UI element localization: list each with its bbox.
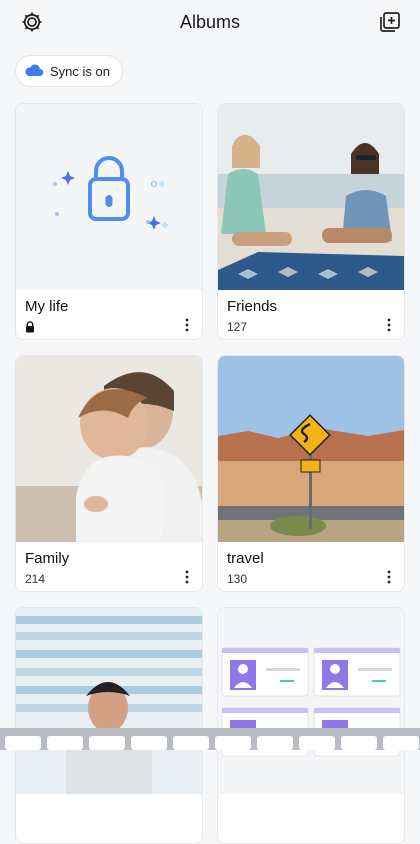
more-options-icon[interactable] — [382, 568, 396, 586]
toolbar-slot[interactable] — [47, 736, 83, 750]
album-photo-count: 127 — [227, 320, 248, 334]
more-options-icon[interactable] — [180, 568, 194, 586]
sync-status-label: Sync is on — [50, 63, 110, 79]
toolbar-slot[interactable] — [173, 736, 209, 750]
album-photo-count: 130 — [227, 572, 248, 586]
bottom-toolbar — [0, 728, 420, 750]
album-card-6[interactable] — [217, 607, 405, 844]
album-name: Family — [25, 550, 70, 567]
toolbar-slot[interactable] — [215, 736, 251, 750]
album-cover-image — [16, 608, 202, 794]
cloud-icon — [24, 63, 44, 80]
more-options-icon[interactable] — [382, 316, 396, 334]
toolbar-slot[interactable] — [341, 736, 377, 750]
album-photo-count: 214 — [25, 572, 46, 586]
album-cover-image — [218, 104, 404, 290]
album-card-5[interactable] — [15, 607, 203, 844]
locked-album-cover — [16, 104, 202, 290]
album-cover-image — [218, 356, 404, 542]
add-album-icon[interactable] — [377, 9, 403, 35]
page-title: Albums — [179, 12, 241, 32]
sync-status-chip[interactable]: Sync is on — [15, 55, 123, 87]
toolbar-slot[interactable] — [257, 736, 293, 750]
top-bar: Albums — [0, 0, 420, 44]
more-options-icon[interactable] — [180, 316, 194, 334]
toolbar-slot[interactable] — [299, 736, 335, 750]
album-name: travel — [227, 550, 264, 567]
album-card-my-life[interactable]: My life — [15, 103, 203, 340]
album-card-family[interactable]: Family 214 — [15, 355, 203, 592]
toolbar-slot[interactable] — [5, 736, 41, 750]
album-name: My life — [25, 298, 69, 315]
album-name: Friends — [227, 298, 278, 315]
lock-icon — [25, 320, 35, 338]
toolbar-slot[interactable] — [89, 736, 125, 750]
toolbar-slot[interactable] — [383, 736, 419, 750]
album-card-travel[interactable]: travel 130 — [217, 355, 405, 592]
album-card-friends[interactable]: Friends 127 — [217, 103, 405, 340]
album-cover-image — [16, 356, 202, 542]
toolbar-slot[interactable] — [131, 736, 167, 750]
album-cover-image — [218, 608, 404, 794]
